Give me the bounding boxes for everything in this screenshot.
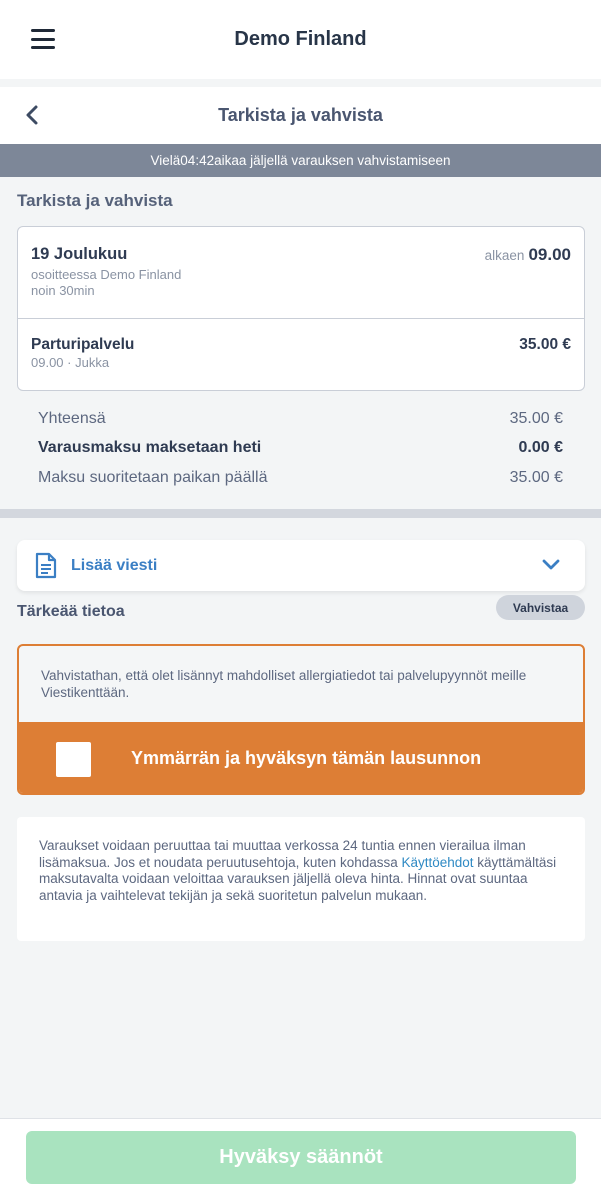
start-prefix: alkaen (484, 248, 525, 263)
countdown-prefix: Vielä (150, 153, 181, 168)
important-info-text: Vahvistathan, että olet lisännyt mahdoll… (41, 668, 527, 700)
app-header: Demo Finland (0, 0, 601, 79)
page-header: Tarkista ja vahvista (0, 87, 601, 144)
summary-total-row: Yhteensä 35.00 € (38, 410, 563, 428)
booking-duration: noin 30min (31, 283, 95, 298)
accept-statement-label: Ymmärrän ja hyväksyn tämän lausunnon (131, 748, 482, 768)
countdown-banner: Vielä 04:42 aikaa jäljellä varauksen vah… (0, 144, 601, 177)
important-info-box: Vahvistathan, että olet lisännyt mahdoll… (17, 644, 585, 795)
deposit-label: Varausmaksu maksetaan heti (38, 439, 262, 456)
cancellation-policy: Varaukset voidaan peruuttaa tai muuttaa … (17, 817, 585, 941)
chevron-left-icon[interactable] (22, 103, 42, 127)
accept-checkbox[interactable] (56, 742, 91, 777)
total-label: Yhteensä (38, 410, 106, 427)
important-info-title: Tärkeää tietoa (17, 603, 125, 620)
add-message-label: Lisää viesti (71, 557, 158, 574)
onsite-value: 35.00 € (509, 469, 563, 486)
booking-card: 19 Joulukuu osoitteessa Demo Finland noi… (17, 226, 585, 391)
app-title: Demo Finland (234, 28, 367, 50)
policy-text: Varaukset voidaan peruuttaa tai muuttaa … (39, 838, 564, 904)
footer-bar: Hyväksy säännöt (0, 1118, 601, 1204)
add-message-toggle[interactable]: Lisää viesti (17, 540, 585, 591)
confirm-badge: Vahvistaa (496, 595, 585, 620)
summary-deposit-row: Varausmaksu maksetaan heti 0.00 € (38, 439, 563, 457)
summary-onsite-row: Maksu suoritetaan paikan päällä 35.00 € (38, 469, 563, 487)
countdown-suffix: aikaa jäljellä varauksen vahvistamiseen (214, 153, 451, 168)
terms-link[interactable]: Käyttöehdot (401, 855, 473, 870)
chevron-down-icon[interactable] (541, 558, 561, 572)
start-time: 09.00 (528, 245, 571, 264)
onsite-label: Maksu suoritetaan paikan päällä (38, 469, 268, 486)
booking-date: 19 Joulukuu (31, 245, 128, 263)
service-meta: 09.00 · Jukka (31, 355, 110, 370)
booking-location: osoitteessa Demo Finland (31, 267, 182, 282)
section-title: Tarkista ja vahvista (17, 191, 173, 210)
document-icon (35, 552, 57, 579)
page-title: Tarkista ja vahvista (218, 105, 383, 125)
booking-start: alkaen 09.00 (485, 245, 571, 265)
hamburger-menu-icon[interactable] (31, 29, 55, 49)
service-time: 09.00 (31, 355, 64, 370)
accept-rules-button[interactable]: Hyväksy säännöt (26, 1131, 576, 1184)
total-value: 35.00 € (509, 410, 563, 427)
service-name: Parturipalvelu (31, 336, 135, 353)
service-staff: Jukka (75, 355, 110, 370)
countdown-time: 04:42 (180, 153, 215, 168)
booking-details: 19 Joulukuu osoitteessa Demo Finland noi… (18, 227, 584, 319)
section-divider (0, 509, 601, 518)
deposit-value: 0.00 € (518, 439, 563, 456)
accept-statement-toggle[interactable]: Ymmärrän ja hyväksyn tämän lausunnon (19, 722, 583, 793)
service-price: 35.00 € (519, 336, 571, 353)
